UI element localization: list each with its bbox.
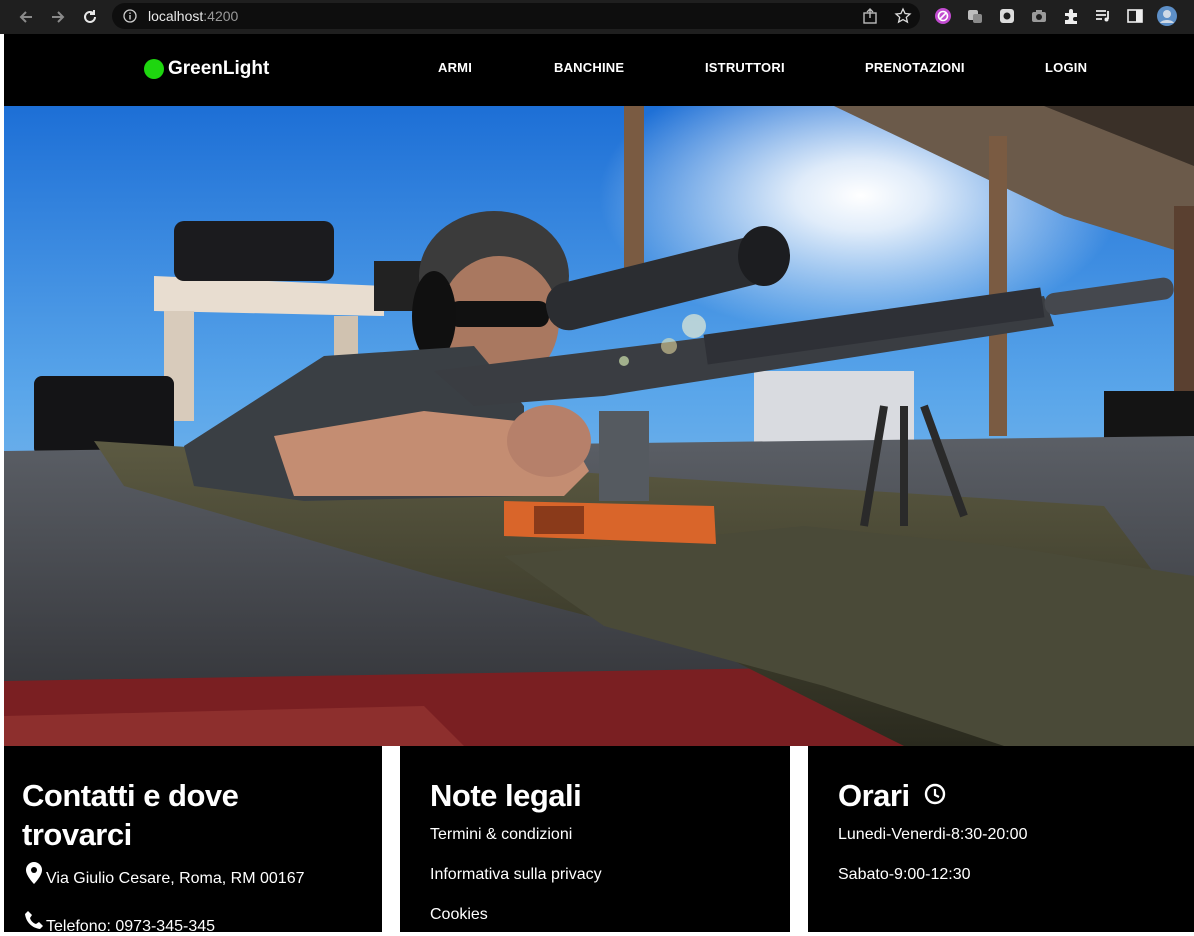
site-header: GreenLight ARMI BANCHINE ISTRUTTORI PREN… bbox=[4, 34, 1194, 106]
reload-button[interactable] bbox=[78, 5, 102, 29]
camera-extension-icon[interactable] bbox=[1028, 5, 1050, 27]
hours-title: Orari bbox=[838, 776, 946, 815]
contacts-card: Contatti e dove trovarci Via Giulio Cesa… bbox=[4, 746, 382, 935]
nav-banchine[interactable]: BANCHINE bbox=[554, 60, 624, 75]
privacy-link[interactable]: Informativa sulla privacy bbox=[430, 866, 602, 884]
phone-icon bbox=[24, 910, 44, 935]
record-extension-icon[interactable] bbox=[996, 5, 1018, 27]
share-icon[interactable] bbox=[862, 7, 880, 30]
nav-armi[interactable]: ARMI bbox=[438, 60, 472, 75]
phone-text[interactable]: Telefono: 0973-345-345 bbox=[46, 918, 215, 936]
weekday-hours: Lunedi-Venerdi-8:30-20:00 bbox=[838, 826, 1028, 843]
site-info-icon[interactable] bbox=[122, 8, 138, 24]
brand-name: GreenLight bbox=[168, 58, 270, 79]
hero-image bbox=[4, 106, 1194, 746]
map-pin-icon bbox=[26, 862, 42, 889]
block-extension-icon[interactable] bbox=[932, 5, 954, 27]
nav-prenotazioni[interactable]: PRENOTAZIONI bbox=[865, 60, 965, 75]
legal-title: Note legali bbox=[430, 778, 582, 813]
puzzle-extensions-icon[interactable] bbox=[1060, 5, 1082, 27]
url-text: localhost:4200 bbox=[148, 8, 239, 24]
forward-button[interactable] bbox=[46, 5, 70, 29]
legal-card: Note legali Termini & condizioni Informa… bbox=[400, 746, 790, 932]
translate-extension-icon[interactable] bbox=[964, 5, 986, 27]
nav-istruttori[interactable]: ISTRUTTORI bbox=[705, 60, 785, 75]
address-text: Via Giulio Cesare, Roma, RM 00167 bbox=[46, 870, 305, 887]
media-playlist-icon[interactable] bbox=[1092, 5, 1114, 27]
page: GreenLight ARMI BANCHINE ISTRUTTORI PREN… bbox=[4, 34, 1194, 935]
hours-card: Orari Lunedi-Venerdi-8:30-20:00 Sabato-9… bbox=[808, 746, 1194, 932]
nav-login[interactable]: LOGIN bbox=[1045, 60, 1087, 75]
side-panel-icon[interactable] bbox=[1124, 5, 1146, 27]
green-dot-icon bbox=[144, 59, 164, 79]
bookmark-star-icon[interactable] bbox=[894, 7, 912, 30]
back-button[interactable] bbox=[14, 5, 38, 29]
clock-icon bbox=[924, 775, 946, 814]
browser-toolbar: localhost:4200 bbox=[0, 0, 1194, 34]
profile-avatar-icon[interactable] bbox=[1156, 5, 1178, 27]
contacts-title: Contatti e dove trovarci bbox=[22, 778, 239, 852]
terms-link[interactable]: Termini & condizioni bbox=[430, 826, 572, 844]
address-bar[interactable]: localhost:4200 bbox=[112, 3, 920, 29]
brand-logo[interactable]: GreenLight bbox=[144, 58, 269, 80]
saturday-hours: Sabato-9:00-12:30 bbox=[838, 866, 971, 883]
cookies-link[interactable]: Cookies bbox=[430, 906, 488, 924]
